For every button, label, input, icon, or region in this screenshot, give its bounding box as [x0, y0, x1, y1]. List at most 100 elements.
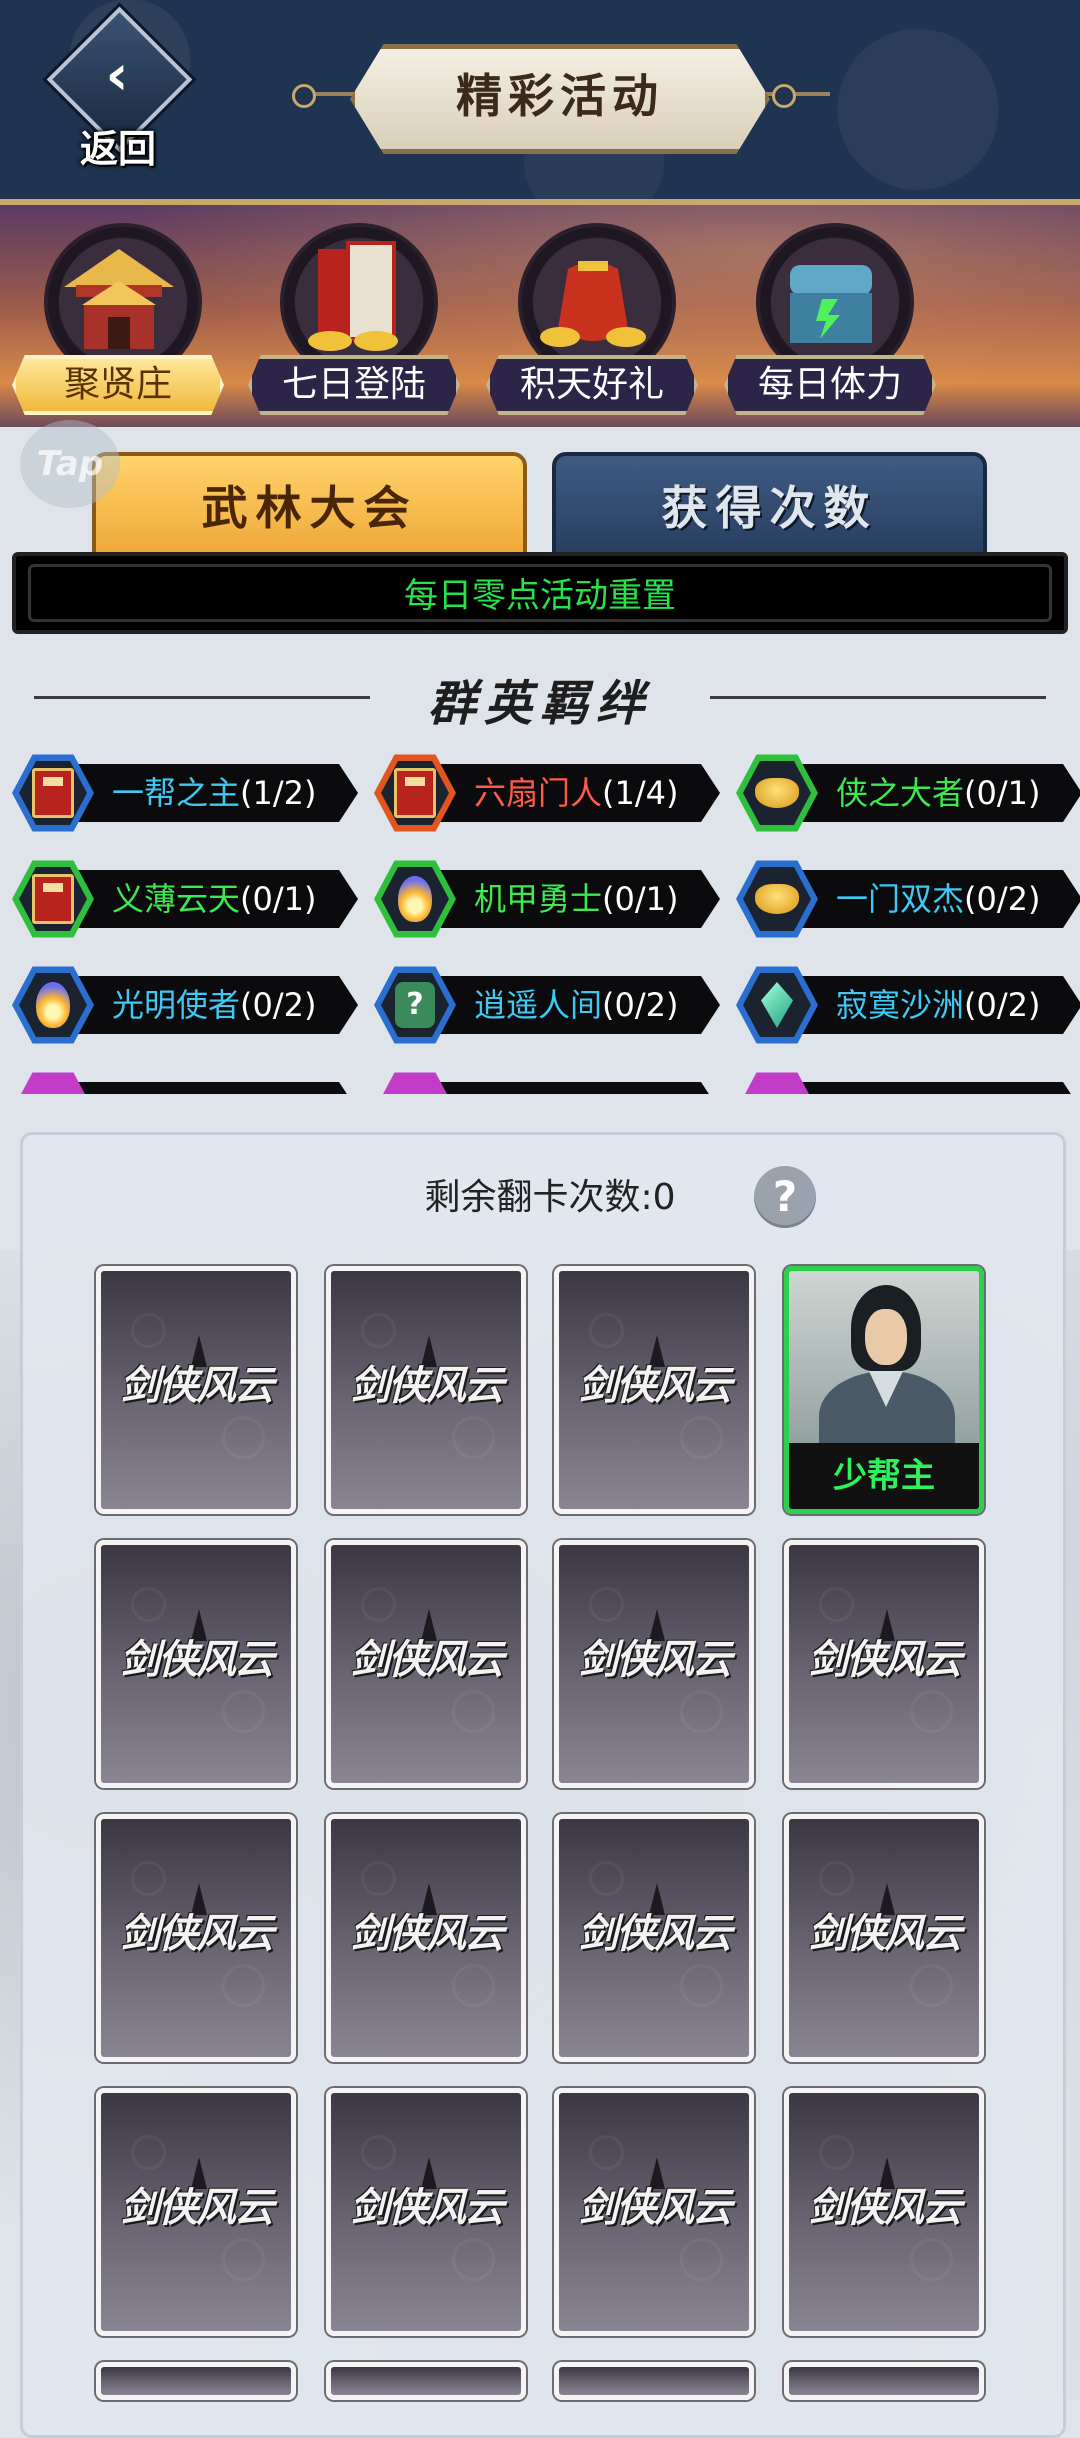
tab-obtain-count[interactable]: 获得次数 — [552, 452, 987, 556]
mystery-box-icon: ? — [395, 982, 435, 1028]
back-button[interactable]: ‹ 返回 — [40, 6, 193, 171]
bond-label: 侠之大者(0/1) — [836, 764, 1040, 822]
face-down-card-partial[interactable] — [554, 2362, 754, 2400]
bond-label: 寂寞沙洲(0/2) — [836, 976, 1040, 1034]
face-down-card[interactable]: 剑侠风云 — [96, 2088, 296, 2336]
card-back-logo: 剑侠风云 — [578, 1910, 732, 1957]
activity-label: 七日登陆 — [248, 355, 460, 415]
bond-label: 六扇门人(1/4) — [474, 764, 678, 822]
bond-icon-holder: ? — [381, 973, 449, 1037]
back-arrow-icon: ‹ — [105, 43, 129, 108]
bonds-list: 一帮之主(1/2) 六扇门人(1/4) 侠之大者(0/1) 义薄云天(0/1) 机甲勇士… — [0, 742, 1080, 1094]
bond-count: (0/2) — [602, 986, 679, 1024]
pavilion-icon — [64, 249, 174, 349]
tab-martial-conference[interactable]: 武林大会 — [92, 452, 527, 556]
top-bar: ‹ 返回 精彩活动 — [0, 0, 1080, 205]
back-label: 返回 — [79, 126, 156, 171]
face-down-card[interactable]: 剑侠风云 — [784, 2088, 984, 2336]
red-book-icon — [394, 768, 436, 818]
flame-orb-icon — [398, 876, 432, 922]
bond-name: 机甲勇士 — [474, 880, 603, 918]
red-book-icon — [32, 874, 74, 924]
bond-count: (0/2) — [964, 880, 1041, 918]
gold-ingot-icon — [755, 778, 799, 808]
bonds-title: 群英羁绊 — [427, 676, 652, 732]
bond-item[interactable]: 机甲勇士(0/1) — [374, 858, 724, 938]
bond-item[interactable]: 六扇门人(1/4) — [374, 752, 724, 832]
card-back-logo: 剑侠风云 — [350, 1636, 504, 1683]
bond-item-partial — [736, 1070, 1080, 1094]
activity-label: 聚贤庄 — [12, 355, 224, 415]
face-down-card[interactable]: 剑侠风云 — [784, 1814, 984, 2062]
bonds-divider-right — [710, 696, 1046, 699]
face-down-card[interactable]: 剑侠风云 — [96, 1540, 296, 1788]
activity-pavilion[interactable]: 聚贤庄 — [4, 223, 234, 423]
face-down-card-partial[interactable] — [784, 2362, 984, 2400]
bond-item[interactable]: 光明使者(0/2) — [12, 964, 362, 1044]
bond-count: (0/1) — [602, 880, 679, 918]
activity-strip: 聚贤庄 七日登陆 积天好礼 每日体力 — [0, 205, 1080, 427]
scroll-books-icon — [308, 241, 398, 351]
bond-icon-holder — [19, 973, 87, 1037]
bond-item-partial — [374, 1070, 724, 1094]
face-down-card[interactable]: 剑侠风云 — [96, 1814, 296, 2062]
card-back-logo: 剑侠风云 — [120, 2184, 274, 2231]
flame-orb-icon — [36, 982, 70, 1028]
face-down-card-partial[interactable] — [326, 2362, 526, 2400]
face-down-card[interactable]: 剑侠风云 — [554, 1814, 754, 2062]
bond-name: 一帮之主 — [112, 774, 241, 812]
bond-item[interactable]: 寂寞沙洲(0/2) — [736, 964, 1080, 1044]
card-back-logo: 剑侠风云 — [350, 1362, 504, 1409]
activity-daily-stamina[interactable]: 每日体力 — [716, 223, 946, 423]
reset-notice-bar: 每日零点活动重置 — [12, 552, 1068, 634]
bond-name: 义薄云天 — [112, 880, 241, 918]
bond-name: 六扇门人 — [474, 774, 603, 812]
revealed-card[interactable]: 少帮主 — [784, 1266, 984, 1514]
jade-gem-icon — [761, 982, 793, 1028]
bond-name: 光明使者 — [112, 986, 241, 1024]
face-down-card[interactable]: 剑侠风云 — [326, 1540, 526, 1788]
face-down-card-partial[interactable] — [96, 2362, 296, 2400]
bond-icon-holder — [743, 867, 811, 931]
card-back-logo: 剑侠风云 — [578, 2184, 732, 2231]
bond-item[interactable]: 义薄云天(0/1) — [12, 858, 362, 938]
remaining-flips-text: 剩余翻卡次数:0 — [424, 1177, 676, 1218]
activity-daily-gift[interactable]: 积天好礼 — [478, 223, 708, 423]
bond-name: 侠之大者 — [836, 774, 965, 812]
bond-item[interactable]: 侠之大者(0/1) — [736, 752, 1080, 832]
bonds-divider-left — [34, 696, 370, 699]
bond-icon-holder — [381, 761, 449, 825]
face-down-card[interactable]: 剑侠风云 — [326, 1266, 526, 1514]
bond-item[interactable]: 一帮之主(1/2) — [12, 752, 362, 832]
card-back-logo: 剑侠风云 — [350, 2184, 504, 2231]
card-back-logo: 剑侠风云 — [578, 1362, 732, 1409]
face-down-card[interactable]: 剑侠风云 — [554, 2088, 754, 2336]
card-back-logo: 剑侠风云 — [120, 1362, 274, 1409]
reset-notice-text: 每日零点活动重置 — [28, 564, 1052, 622]
bond-label: 逍遥人间(0/2) — [474, 976, 678, 1034]
card-back-logo: 剑侠风云 — [120, 1910, 274, 1957]
face-down-card[interactable]: 剑侠风云 — [96, 1266, 296, 1514]
face-down-card[interactable]: 剑侠风云 — [554, 1266, 754, 1514]
treasure-chest-icon — [790, 265, 872, 343]
card-back-logo: 剑侠风云 — [350, 1910, 504, 1957]
bond-bar — [766, 1082, 1080, 1094]
help-button[interactable]: ? — [754, 1166, 816, 1228]
face-down-card[interactable]: 剑侠风云 — [784, 1540, 984, 1788]
face-down-card[interactable]: 剑侠风云 — [326, 1814, 526, 2062]
card-back-logo: 剑侠风云 — [120, 1636, 274, 1683]
activity-seven-day-login[interactable]: 七日登陆 — [240, 223, 470, 423]
tap-float-button[interactable]: Tap — [20, 420, 120, 508]
gold-ingot-icon — [755, 884, 799, 914]
face-down-card[interactable]: 剑侠风云 — [554, 1540, 754, 1788]
bond-name: 逍遥人间 — [474, 986, 603, 1024]
bond-item[interactable]: 一门双杰(0/2) — [736, 858, 1080, 938]
page-title: 精彩活动 — [456, 69, 664, 123]
bond-item[interactable]: ? 逍遥人间(0/2) — [374, 964, 724, 1044]
bond-label: 一帮之主(1/2) — [112, 764, 316, 822]
bond-icon-holder — [743, 973, 811, 1037]
red-book-icon — [32, 768, 74, 818]
card-back-logo: 剑侠风云 — [808, 1636, 962, 1683]
face-down-card[interactable]: 剑侠风云 — [326, 2088, 526, 2336]
bond-count: (0/1) — [964, 774, 1041, 812]
